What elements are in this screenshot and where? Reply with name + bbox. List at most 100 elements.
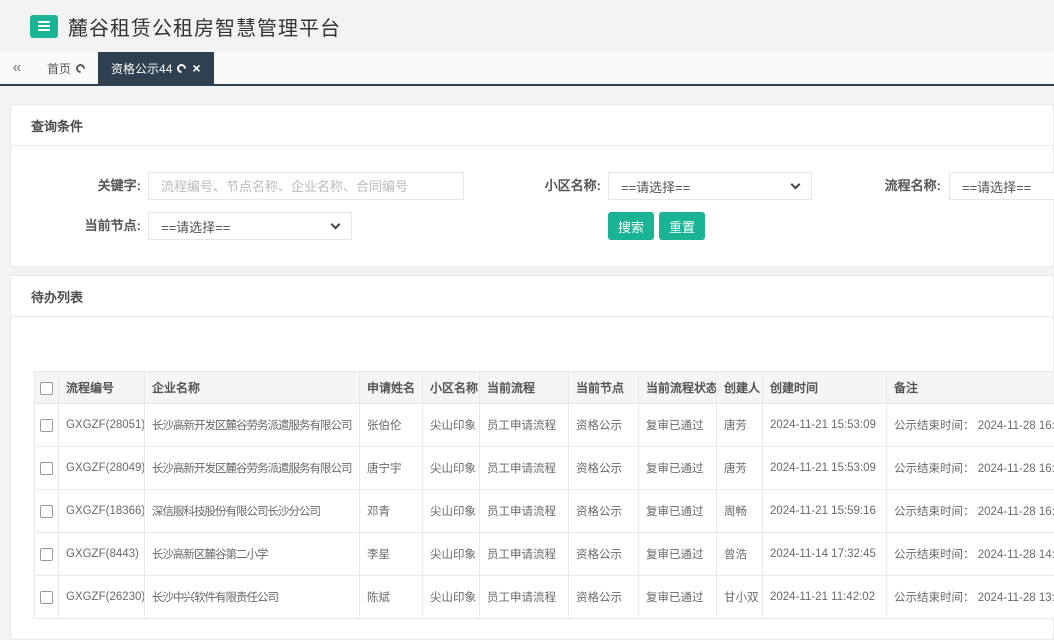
keyword-input[interactable] bbox=[148, 172, 464, 200]
table-cell: 尖山印象 bbox=[423, 576, 480, 619]
table-cell: 资格公示 bbox=[569, 404, 639, 447]
tab-qualification-publicity[interactable]: 资格公示44 × bbox=[98, 52, 214, 84]
table-cell: 周畅 bbox=[717, 490, 763, 533]
main-content: 查询条件 关键字: 小区名称: ==请选择== 流程名称: ==请选择== 当前… bbox=[0, 86, 1054, 640]
table-cell: 复审已通过 bbox=[639, 576, 717, 619]
todo-section-title: 待办列表 bbox=[11, 276, 1053, 317]
select-value: ==请选择== bbox=[962, 177, 1031, 196]
page-title: 麓谷租赁公租房智慧管理平台 bbox=[68, 12, 341, 41]
table-cell: 员工申请流程 bbox=[480, 490, 569, 533]
table-cell: 长沙高新开发区麓谷劳务派遣服务有限公司 bbox=[145, 404, 360, 447]
todo-table: 流程编号企业名称申请姓名小区名称当前流程当前节点当前流程状态创建人创建时间备注 … bbox=[34, 371, 1054, 619]
current-node-select[interactable]: ==请选择== bbox=[148, 212, 352, 240]
table-cell: 2024-11-21 15:53:09 bbox=[763, 447, 887, 490]
table-cell: 公示结束时间： 2024-11-28 16:48:51 bbox=[887, 490, 1054, 533]
refresh-icon[interactable] bbox=[176, 62, 189, 75]
row-checkbox[interactable] bbox=[40, 419, 53, 432]
process-name-select[interactable]: ==请选择== bbox=[949, 172, 1054, 200]
table-cell: 资格公示 bbox=[569, 447, 639, 490]
query-form: 关键字: 小区名称: ==请选择== 流程名称: ==请选择== 当前节点: =… bbox=[11, 146, 1053, 266]
table-cell: 公示结束时间： 2024-11-28 16:49:13 bbox=[887, 404, 1054, 447]
column-header: 企业名称 bbox=[145, 372, 360, 404]
tab-home[interactable]: 首页 bbox=[34, 52, 98, 84]
todo-table-wrapper: 流程编号企业名称申请姓名小区名称当前流程当前节点当前流程状态创建人创建时间备注 … bbox=[11, 317, 1053, 639]
todo-panel: 待办列表 流程编号企业名称申请姓名小区名称当前流程当前节点当前流程状态创建人创建… bbox=[10, 275, 1054, 640]
table-cell: 长沙高新区麓谷第二小学 bbox=[145, 533, 360, 576]
column-header: 当前流程 bbox=[480, 372, 569, 404]
table-cell: 曾浩 bbox=[717, 533, 763, 576]
reset-button[interactable]: 重置 bbox=[659, 212, 705, 240]
column-header: 创建人 bbox=[717, 372, 763, 404]
close-icon[interactable]: × bbox=[192, 61, 200, 75]
table-cell: GXGZF(28051) bbox=[59, 404, 145, 447]
column-header: 当前流程状态 bbox=[639, 372, 717, 404]
row-checkbox[interactable] bbox=[40, 505, 53, 518]
community-name-label: 小区名称: bbox=[471, 172, 601, 200]
table-cell: 尖山印象 bbox=[423, 447, 480, 490]
row-checkbox[interactable] bbox=[40, 548, 53, 561]
table-cell: GXGZF(8443) bbox=[59, 533, 145, 576]
select-all-header-cell bbox=[35, 372, 59, 404]
table-cell: 公示结束时间： 2024-11-28 16:48:57 bbox=[887, 447, 1054, 490]
table-cell: 长沙中兴软件有限责任公司 bbox=[145, 576, 360, 619]
table-cell: 尖山印象 bbox=[423, 533, 480, 576]
table-cell: 复审已通过 bbox=[639, 447, 717, 490]
row-checkbox-cell bbox=[35, 576, 59, 619]
table-cell: 复审已通过 bbox=[639, 533, 717, 576]
row-checkbox[interactable] bbox=[40, 462, 53, 475]
select-all-checkbox[interactable] bbox=[40, 382, 53, 395]
table-cell: GXGZF(28049) bbox=[59, 447, 145, 490]
table-cell: 邓青 bbox=[360, 490, 423, 533]
table-row: GXGZF(28051)长沙高新开发区麓谷劳务派遣服务有限公司张伯伦尖山印象员工… bbox=[35, 404, 1054, 447]
query-panel: 查询条件 关键字: 小区名称: ==请选择== 流程名称: ==请选择== 当前… bbox=[10, 104, 1054, 267]
table-cell: 员工申请流程 bbox=[480, 447, 569, 490]
table-cell: 尖山印象 bbox=[423, 490, 480, 533]
row-checkbox[interactable] bbox=[40, 591, 53, 604]
search-button[interactable]: 搜索 bbox=[608, 212, 654, 240]
select-value: ==请选择== bbox=[161, 217, 230, 236]
table-cell: 2024-11-21 11:42:02 bbox=[763, 576, 887, 619]
current-node-label: 当前节点: bbox=[11, 212, 141, 240]
table-cell: 唐芳 bbox=[717, 404, 763, 447]
refresh-icon[interactable] bbox=[74, 62, 87, 75]
column-header: 流程编号 bbox=[59, 372, 145, 404]
table-cell: 员工申请流程 bbox=[480, 576, 569, 619]
menu-icon[interactable] bbox=[30, 15, 58, 38]
table-cell: 唐宁宇 bbox=[360, 447, 423, 490]
column-header: 备注 bbox=[887, 372, 1054, 404]
tab-label: 资格公示44 bbox=[111, 60, 172, 77]
table-cell: 李星 bbox=[360, 533, 423, 576]
table-cell: 2024-11-21 15:59:16 bbox=[763, 490, 887, 533]
table-cell: 2024-11-14 17:32:45 bbox=[763, 533, 887, 576]
table-cell: 唐芳 bbox=[717, 447, 763, 490]
table-cell: 公示结束时间： 2024-11-28 14:15:20 bbox=[887, 533, 1054, 576]
column-header: 创建时间 bbox=[763, 372, 887, 404]
table-cell: 员工申请流程 bbox=[480, 533, 569, 576]
collapse-tabs-icon[interactable]: « bbox=[0, 52, 34, 84]
table-cell: 复审已通过 bbox=[639, 490, 717, 533]
table-row: GXGZF(26230)长沙中兴软件有限责任公司陈斌尖山印象员工申请流程资格公示… bbox=[35, 576, 1054, 619]
column-header: 当前节点 bbox=[569, 372, 639, 404]
table-cell: 资格公示 bbox=[569, 533, 639, 576]
table-cell: 复审已通过 bbox=[639, 404, 717, 447]
row-checkbox-cell bbox=[35, 404, 59, 447]
table-row: GXGZF(18366)深信服科技股份有限公司长沙分公司邓青尖山印象员工申请流程… bbox=[35, 490, 1054, 533]
table-cell: 资格公示 bbox=[569, 490, 639, 533]
app-header: 麓谷租赁公租房智慧管理平台 bbox=[0, 0, 1054, 52]
table-cell: 陈斌 bbox=[360, 576, 423, 619]
table-cell: 尖山印象 bbox=[423, 404, 480, 447]
row-checkbox-cell bbox=[35, 533, 59, 576]
table-cell: 长沙高新开发区麓谷劳务派遣服务有限公司 bbox=[145, 447, 360, 490]
row-checkbox-cell bbox=[35, 447, 59, 490]
community-name-select[interactable]: ==请选择== bbox=[608, 172, 812, 200]
keyword-label: 关键字: bbox=[11, 172, 141, 200]
chevron-down-icon bbox=[331, 219, 341, 229]
table-cell: 资格公示 bbox=[569, 576, 639, 619]
table-cell: 员工申请流程 bbox=[480, 404, 569, 447]
row-checkbox-cell bbox=[35, 490, 59, 533]
query-section-title: 查询条件 bbox=[11, 105, 1053, 146]
select-value: ==请选择== bbox=[621, 177, 690, 196]
table-cell: 张伯伦 bbox=[360, 404, 423, 447]
tab-label: 首页 bbox=[47, 60, 71, 77]
table-cell: 深信服科技股份有限公司长沙分公司 bbox=[145, 490, 360, 533]
